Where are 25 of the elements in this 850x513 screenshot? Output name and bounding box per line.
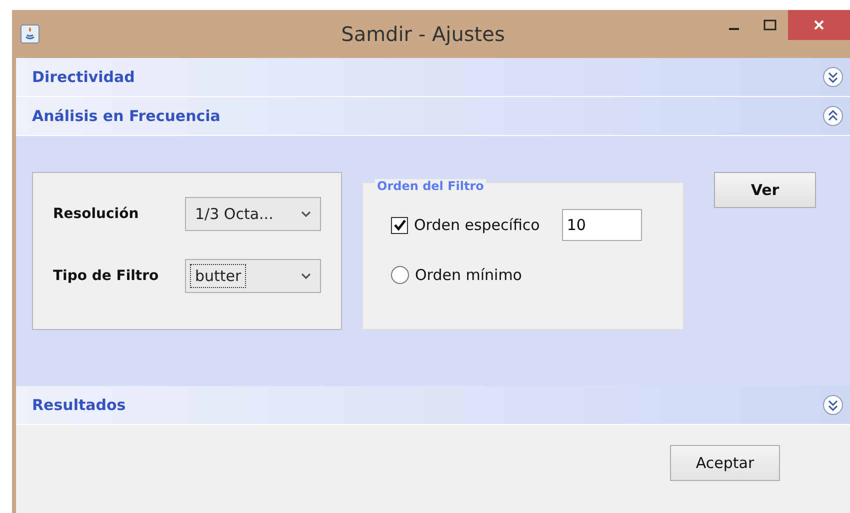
order-input[interactable]: 10	[562, 209, 642, 241]
option-label: Orden mínimo	[415, 266, 522, 284]
chevron-down-icon	[300, 209, 312, 219]
checkbox[interactable]	[391, 216, 408, 234]
field-label: Tipo de Filtro	[53, 268, 159, 284]
app-icon	[20, 24, 40, 44]
close-icon	[812, 18, 826, 32]
view-button[interactable]: Ver	[714, 172, 816, 208]
minimize-icon	[729, 28, 739, 30]
section-header[interactable]: Análisis en Frecuencia	[16, 97, 850, 136]
group-title: Orden del Filtro	[375, 179, 486, 193]
expand-icon	[822, 394, 844, 416]
accept-button[interactable]: Aceptar	[670, 445, 780, 481]
window-title: Samdir - Ajustes	[340, 22, 506, 46]
radio-button[interactable]	[391, 266, 409, 284]
expand-icon	[822, 66, 844, 88]
section-header[interactable]: Resultados	[16, 386, 850, 425]
dropdown[interactable]: 1/3 Octa...	[185, 197, 321, 231]
chevron-down-icon	[300, 271, 312, 281]
option-label: Orden específico	[414, 216, 540, 234]
maximize-icon	[763, 18, 777, 32]
field-label: Resolución	[53, 206, 139, 222]
collapse-icon	[822, 105, 844, 127]
section-header[interactable]: Directividad	[16, 58, 850, 97]
dropdown[interactable]: butter	[185, 259, 321, 293]
